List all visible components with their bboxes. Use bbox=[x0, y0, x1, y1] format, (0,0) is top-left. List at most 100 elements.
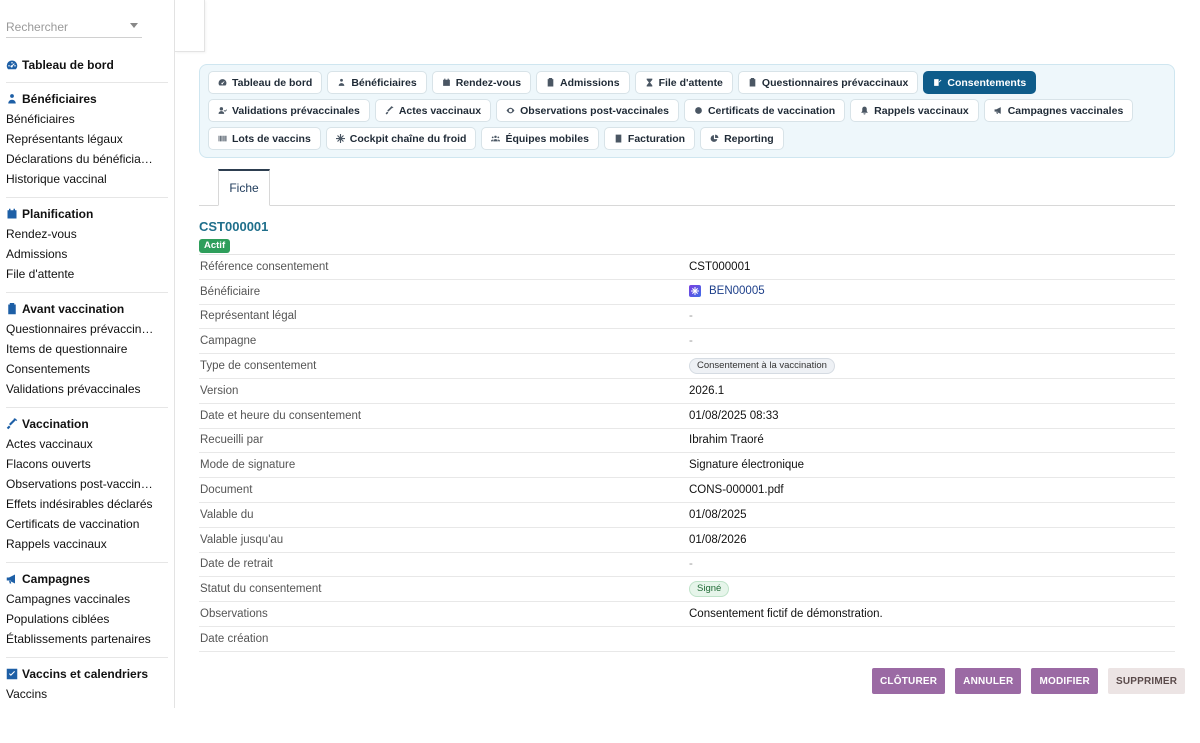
sidebar-item[interactable]: Déclarations du bénéficia… bbox=[6, 149, 168, 169]
tab-actes-vaccinaux[interactable]: Actes vaccinaux bbox=[374, 99, 492, 122]
sidebar-group: Vaccins et calendriers VaccinsCalendriers… bbox=[0, 664, 174, 708]
tab-lots-de-vaccins[interactable]: Lots de vaccins bbox=[208, 127, 321, 150]
link-label: BEN00005 bbox=[709, 285, 765, 298]
table-row: Document CONS-000001.pdf bbox=[199, 478, 1175, 503]
detail-table: Référence consentement CST000001 Bénéficia… bbox=[199, 254, 1175, 652]
sidebar-item[interactable]: Campagnes vaccinales bbox=[6, 589, 168, 609]
field-label: Recueilli par bbox=[200, 434, 264, 447]
dashboard-icon bbox=[218, 78, 227, 87]
divider bbox=[6, 407, 168, 408]
tab-tableau-de-bord[interactable]: Tableau de bord bbox=[208, 71, 323, 94]
sidebar-item[interactable]: Rendez-vous bbox=[6, 224, 168, 244]
sidebar-group-label: Planification bbox=[22, 207, 94, 221]
sidebar-item[interactable]: Effets indésirables déclarés bbox=[6, 494, 168, 514]
sidebar-group-label: Avant vaccination bbox=[22, 302, 125, 316]
tab-questionnaires-prevaccinaux[interactable]: Questionnaires prévaccinaux bbox=[737, 71, 919, 94]
sidebar-item[interactable]: Observations post-vaccin… bbox=[6, 474, 168, 494]
cancel-button[interactable]: ANNULER bbox=[955, 668, 1022, 694]
sidebar-item[interactable]: Actes vaccinaux bbox=[6, 434, 168, 454]
tab-label: Lots de vaccins bbox=[232, 132, 311, 145]
avatar-icon bbox=[689, 285, 701, 298]
tab-label: Validations prévaccinales bbox=[232, 104, 360, 117]
megaphone-icon bbox=[994, 106, 1003, 115]
search-input[interactable] bbox=[6, 18, 126, 36]
field-value: - bbox=[689, 558, 693, 571]
certificate-icon bbox=[694, 106, 703, 115]
invoice-icon bbox=[614, 134, 623, 143]
sidebar-item[interactable]: Flacons ouverts bbox=[6, 454, 168, 474]
table-row: Bénéficiaire BEN00005 bbox=[199, 280, 1175, 305]
tab-observations-post-vaccinales[interactable]: Observations post-vaccinales bbox=[496, 99, 679, 122]
sidebar-group-title[interactable]: Vaccins et calendriers bbox=[6, 664, 168, 684]
table-row: Date de retrait - bbox=[199, 553, 1175, 578]
tab-file-d-attente[interactable]: File d'attente bbox=[634, 71, 733, 94]
field-value: - bbox=[689, 310, 693, 323]
sidebar-item[interactable]: Bénéficiaires bbox=[6, 109, 168, 129]
sidebar-item[interactable]: Calendriers vaccinaux bbox=[6, 704, 168, 708]
sidebar-group-label: Campagnes bbox=[22, 572, 91, 586]
field-label: Document bbox=[200, 484, 253, 497]
field-value: 01/08/2025 bbox=[689, 508, 747, 521]
sidebar-group-title[interactable]: Campagnes bbox=[6, 569, 168, 589]
table-row: Type de consentement Consentement à la va… bbox=[199, 354, 1175, 379]
sidebar-group-title[interactable]: Planification bbox=[6, 204, 168, 224]
tab-label: Actes vaccinaux bbox=[398, 104, 482, 117]
sidebar-item-dashboard[interactable]: Tableau de bord bbox=[0, 56, 174, 74]
tab-campagnes-vaccinales[interactable]: Campagnes vaccinales bbox=[983, 99, 1134, 122]
tab-label: Cockpit chaîne du froid bbox=[349, 132, 467, 145]
status-pill: Signé bbox=[689, 581, 730, 598]
sidebar-group-title[interactable]: Avant vaccination bbox=[6, 299, 168, 319]
sidebar-item[interactable]: Consentements bbox=[6, 359, 168, 379]
tab-reporting[interactable]: Reporting bbox=[700, 127, 784, 150]
sidebar-item[interactable]: Items de questionnaire bbox=[6, 339, 168, 359]
sidebar-group-title[interactable]: Vaccination bbox=[6, 414, 168, 434]
dashboard-icon bbox=[6, 59, 18, 71]
bell-icon bbox=[860, 106, 869, 115]
sidebar-item[interactable]: Admissions bbox=[6, 244, 168, 264]
tab-certificats-de-vaccination[interactable]: Certificats de vaccination bbox=[683, 99, 846, 122]
sidebar-item[interactable]: File d'attente bbox=[6, 264, 168, 284]
divider bbox=[6, 197, 168, 198]
tab-rappels-vaccinaux[interactable]: Rappels vaccinaux bbox=[850, 99, 979, 122]
tab-label: Admissions bbox=[560, 76, 620, 89]
table-row: Recueilli par Ibrahim Traoré bbox=[199, 429, 1175, 454]
tab-equipes-mobiles[interactable]: Équipes mobiles bbox=[481, 127, 599, 150]
top-panel-corner bbox=[175, 0, 205, 52]
sidebar-item[interactable]: Établissements partenaires bbox=[6, 629, 168, 649]
delete-button[interactable]: SUPPRIMER bbox=[1107, 668, 1186, 694]
sidebar-item[interactable]: Questionnaires prévaccin… bbox=[6, 319, 168, 339]
sidebar-item[interactable]: Certificats de vaccination bbox=[6, 514, 168, 534]
chevron-down-icon[interactable] bbox=[130, 23, 138, 28]
sidebar-item[interactable]: Historique vaccinal bbox=[6, 169, 168, 189]
sidebar-group: Avant vaccination Questionnaires prévacci… bbox=[0, 299, 174, 399]
table-row: Valable jusqu'au 01/08/2026 bbox=[199, 528, 1175, 553]
tab-facturation[interactable]: Facturation bbox=[603, 127, 696, 150]
tab-beneficiaires[interactable]: Bénéficiaires bbox=[327, 71, 427, 94]
sidebar-item[interactable]: Représentants légaux bbox=[6, 129, 168, 149]
tab-fiche[interactable]: Fiche bbox=[218, 169, 270, 206]
tab-consentements[interactable]: Consentements bbox=[923, 71, 1037, 94]
clipboard-list-icon bbox=[748, 78, 757, 87]
close-button[interactable]: CLÔTURER bbox=[872, 668, 946, 694]
team-icon bbox=[491, 134, 501, 143]
field-value: 01/08/2026 bbox=[689, 533, 747, 546]
tab-admissions[interactable]: Admissions bbox=[536, 71, 630, 94]
sidebar-group-title[interactable]: Bénéficiaires bbox=[6, 89, 168, 109]
sidebar-search[interactable] bbox=[6, 18, 142, 38]
edit-button[interactable]: MODIFIER bbox=[1031, 668, 1098, 694]
sidebar-item[interactable]: Rappels vaccinaux bbox=[6, 534, 168, 554]
field-value: Signé bbox=[689, 581, 1175, 598]
tab-rendez-vous[interactable]: Rendez-vous bbox=[431, 71, 532, 94]
tab-cockpit-chaine-du-froid[interactable]: Cockpit chaîne du froid bbox=[325, 127, 477, 150]
sidebar-item[interactable]: Vaccins bbox=[6, 684, 168, 704]
sidebar-item[interactable]: Populations ciblées bbox=[6, 609, 168, 629]
field-value: CST000001 bbox=[689, 260, 751, 273]
sidebar-item[interactable]: Validations prévaccinales bbox=[6, 379, 168, 399]
table-row: Observations Consentement fictif de démon… bbox=[199, 602, 1175, 627]
tab-validations-prevaccinales[interactable]: Validations prévaccinales bbox=[208, 99, 370, 122]
beneficiary-link[interactable]: BEN00005 bbox=[689, 285, 765, 298]
sidebar-item-label: Tableau de bord bbox=[22, 58, 114, 72]
table-row: Représentant légal - bbox=[199, 305, 1175, 330]
syringe-icon bbox=[385, 106, 394, 115]
calendar-icon bbox=[6, 208, 18, 220]
